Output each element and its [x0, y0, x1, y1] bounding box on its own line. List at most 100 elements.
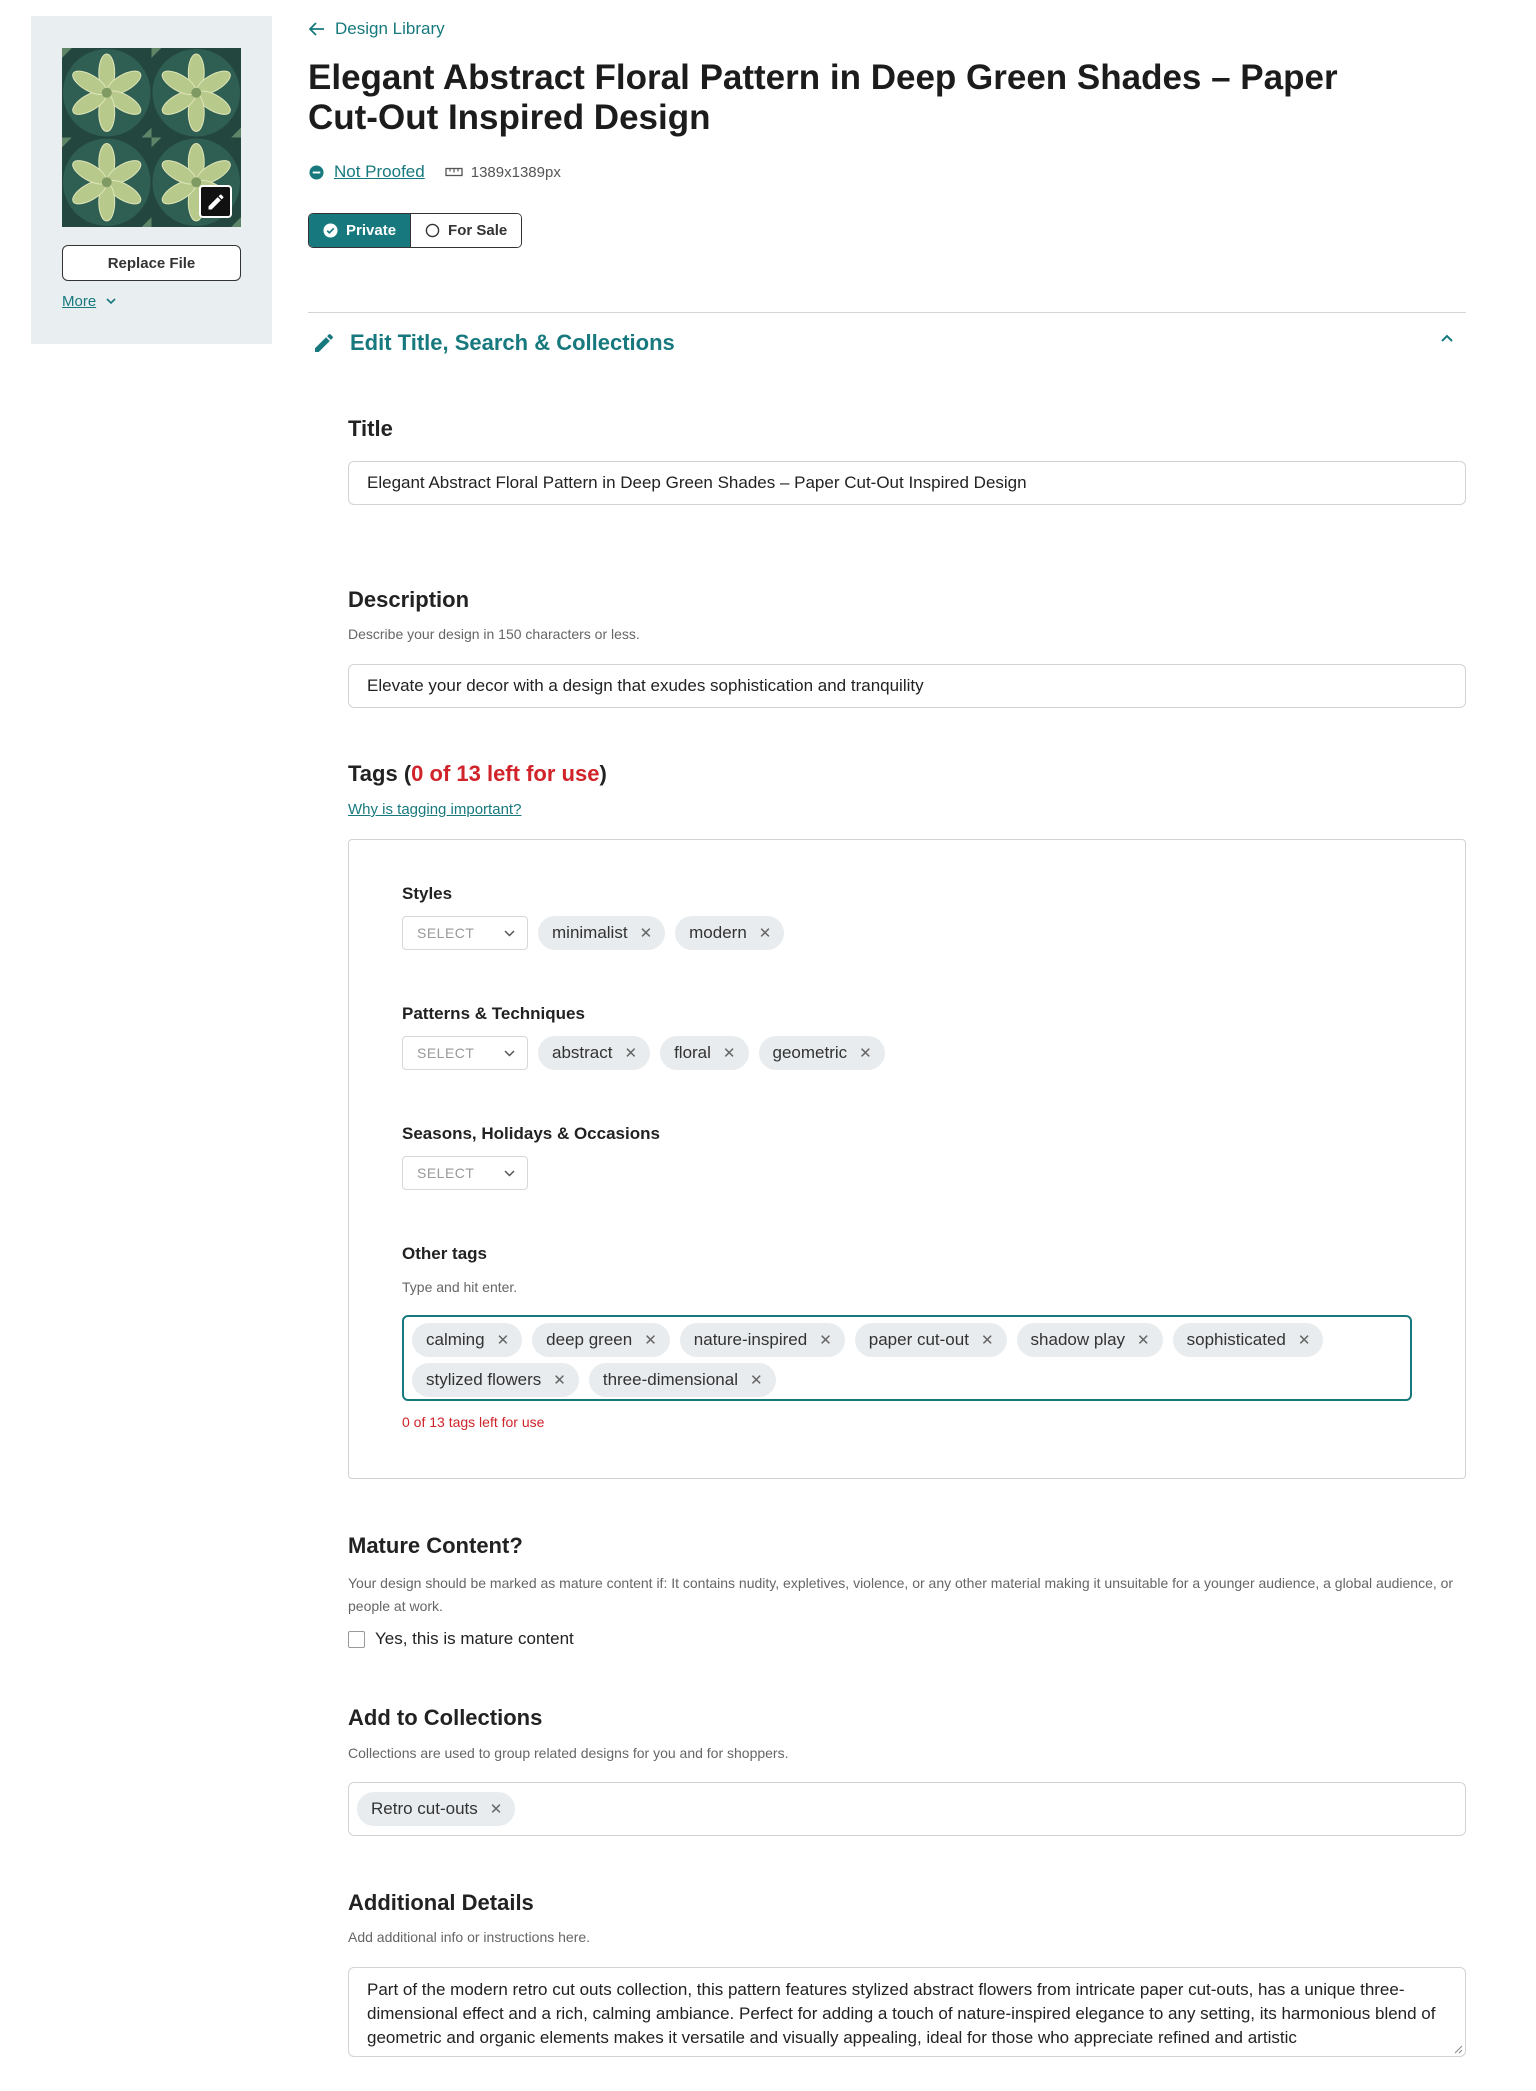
tag-label: three-dimensional: [602, 1370, 738, 1389]
close-icon[interactable]: ✕: [640, 926, 653, 941]
chevron-down-icon: [106, 298, 116, 305]
close-icon[interactable]: ✕: [723, 1046, 736, 1061]
details-hint: Add additional info or instructions here…: [348, 1929, 591, 1945]
arrow-left-icon: [309, 22, 324, 36]
tag-label: abstract: [552, 1043, 613, 1062]
tag-chip: stylized flowers ✕: [412, 1363, 579, 1397]
private-option[interactable]: Private: [309, 214, 411, 247]
proof-status-link[interactable]: Not Proofed: [334, 162, 425, 182]
mature-checkbox-label: Yes, this is mature content: [375, 1629, 574, 1648]
tag-label: deep green: [546, 1330, 633, 1349]
tag-chip: nature-inspired ✕: [679, 1323, 845, 1357]
styles-select[interactable]: SELECT: [402, 916, 528, 950]
patterns-select[interactable]: SELECT: [402, 1036, 528, 1070]
tag-label: paper cut-out: [868, 1330, 969, 1349]
close-icon[interactable]: ✕: [490, 1802, 503, 1817]
tag-chip: paper cut-out ✕: [854, 1323, 1007, 1357]
private-label: Private: [346, 222, 397, 239]
back-to-library-link[interactable]: Design Library: [309, 19, 445, 39]
close-icon[interactable]: ✕: [553, 1373, 566, 1388]
chevron-down-icon: [504, 1169, 515, 1177]
select-placeholder: SELECT: [417, 1165, 475, 1181]
mature-checkbox[interactable]: Yes, this is mature content: [348, 1629, 574, 1649]
close-icon[interactable]: ✕: [624, 1046, 637, 1061]
more-menu[interactable]: More: [62, 293, 116, 310]
for-sale-label: For Sale: [448, 222, 508, 239]
design-sidebar: Replace File More: [31, 16, 272, 344]
other-tags-input[interactable]: calming ✕ deep green ✕ nature-inspired ✕ pa…: [402, 1315, 1412, 1401]
select-placeholder: SELECT: [417, 1045, 475, 1061]
tag-label: shadow play: [1030, 1330, 1126, 1349]
ruler-icon: [445, 167, 463, 177]
close-icon[interactable]: ✕: [859, 1046, 872, 1061]
tags-remaining: 0 of 13 left for use: [411, 761, 600, 786]
tag-label: geometric: [772, 1043, 848, 1062]
tag-chip: three-dimensional ✕: [588, 1363, 776, 1397]
tag-chip: calming ✕: [412, 1323, 523, 1357]
check-circle-icon: [323, 223, 338, 238]
section-toggle-edit[interactable]: Edit Title, Search & Collections: [312, 330, 675, 356]
tag-chip: minimalist ✕: [538, 916, 666, 950]
for-sale-option[interactable]: For Sale: [410, 214, 522, 247]
collections-label: Add to Collections: [348, 1705, 543, 1730]
close-icon[interactable]: ✕: [1137, 1333, 1150, 1348]
close-icon[interactable]: ✕: [1298, 1333, 1311, 1348]
tags-count-warning: 0 of 13 tags left for use: [402, 1414, 545, 1430]
tag-label: nature-inspired: [693, 1330, 808, 1349]
close-icon[interactable]: ✕: [819, 1333, 832, 1348]
chevron-up-icon[interactable]: [1440, 334, 1454, 343]
checkbox-box[interactable]: [348, 1630, 365, 1648]
design-meta: Not Proofed 1389x1389px: [309, 162, 561, 182]
mature-label: Mature Content?: [348, 1533, 523, 1558]
collections-hint: Collections are used to group related de…: [348, 1745, 789, 1761]
close-icon[interactable]: ✕: [759, 926, 772, 941]
replace-file-button[interactable]: Replace File: [62, 245, 241, 281]
tag-chip: shadow play ✕: [1016, 1323, 1163, 1357]
collection-chip: Retro cut-outs ✕: [357, 1792, 516, 1826]
collections-input[interactable]: Retro cut-outs ✕: [348, 1782, 1466, 1836]
close-icon[interactable]: ✕: [497, 1333, 510, 1348]
tags-title-prefix: Tags (: [348, 761, 412, 786]
other-tags-hint: Type and hit enter.: [402, 1279, 518, 1295]
tag-chip: deep green ✕: [532, 1323, 670, 1357]
tag-label: floral: [674, 1043, 711, 1062]
radio-empty-icon: [425, 223, 440, 238]
tag-chip: abstract ✕: [538, 1036, 651, 1070]
why-tagging-link[interactable]: Why is tagging important?: [348, 801, 521, 818]
close-icon[interactable]: ✕: [981, 1333, 994, 1348]
tag-label: calming: [426, 1330, 485, 1349]
other-tags-label: Other tags: [402, 1244, 488, 1263]
details-text: Part of the modern retro cut outs collec…: [367, 1980, 1436, 2047]
styles-label: Styles: [402, 884, 453, 903]
details-textarea[interactable]: Part of the modern retro cut outs collec…: [348, 1967, 1466, 2057]
pencil-icon: [208, 194, 223, 209]
back-label: Design Library: [335, 19, 445, 38]
edit-image-button[interactable]: [199, 185, 232, 218]
tag-label: modern: [689, 923, 747, 942]
pencil-icon: [315, 334, 333, 352]
tags-title: Tags (0 of 13 left for use): [348, 761, 607, 787]
seasons-select[interactable]: SELECT: [402, 1156, 528, 1190]
patterns-chips: abstract ✕ floral ✕ geometric ✕: [538, 1036, 885, 1070]
section-title: Edit Title, Search & Collections: [350, 330, 675, 355]
chevron-down-icon: [504, 929, 515, 937]
tag-label: minimalist: [552, 923, 628, 942]
select-placeholder: SELECT: [417, 925, 475, 941]
more-label: More: [62, 293, 97, 310]
close-icon[interactable]: ✕: [750, 1373, 763, 1388]
design-thumbnail[interactable]: [62, 48, 241, 227]
tag-chip: modern ✕: [675, 916, 785, 950]
tag-chip: geometric ✕: [758, 1036, 885, 1070]
description-label: Description: [348, 587, 470, 612]
description-input[interactable]: Elevate your decor with a design that ex…: [348, 664, 1466, 708]
title-label: Title: [348, 416, 393, 441]
title-input[interactable]: Elegant Abstract Floral Pattern in Deep …: [348, 461, 1466, 505]
dimensions: 1389x1389px: [470, 163, 561, 181]
divider: [308, 312, 1466, 313]
resize-handle-icon[interactable]: [1453, 2044, 1463, 2054]
tag-label: stylized flowers: [426, 1370, 542, 1389]
tag-chip: sophisticated ✕: [1172, 1323, 1324, 1357]
close-icon[interactable]: ✕: [644, 1333, 657, 1348]
chevron-down-icon: [504, 1049, 515, 1057]
styles-chips: minimalist ✕ modern ✕: [538, 916, 785, 950]
